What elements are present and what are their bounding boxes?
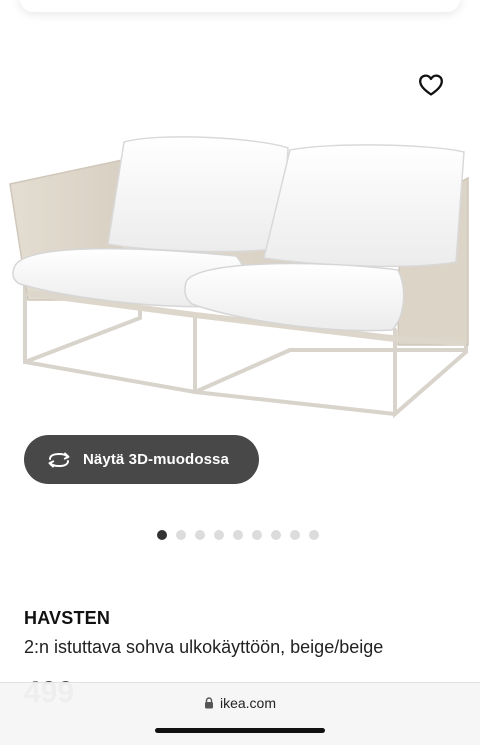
favorite-button[interactable] bbox=[414, 68, 448, 102]
gallery-dot-3[interactable] bbox=[195, 530, 205, 540]
gallery-dot-9[interactable] bbox=[309, 530, 319, 540]
view-3d-label: Näytä 3D-muodossa bbox=[83, 451, 229, 468]
gallery-pagination bbox=[157, 530, 319, 540]
heart-outline-icon bbox=[419, 74, 443, 96]
product-description: 2:n istuttava sohva ulkokäyttöön, beige/… bbox=[24, 637, 384, 657]
gallery-dot-5[interactable] bbox=[233, 530, 243, 540]
url-text: ikea.com bbox=[219, 695, 277, 711]
home-indicator[interactable] bbox=[155, 728, 325, 733]
view-3d-button[interactable]: Näytä 3D-muodossa bbox=[24, 435, 259, 484]
gallery-dot-4[interactable] bbox=[214, 530, 224, 540]
gallery-dot-6[interactable] bbox=[252, 530, 262, 540]
url-field[interactable]: ikea.com bbox=[0, 695, 480, 711]
rotate-3d-icon bbox=[46, 450, 72, 470]
browser-address-bar: ikea.com bbox=[0, 682, 480, 745]
gallery-dot-1[interactable] bbox=[157, 530, 167, 540]
product-name: HAVSTEN bbox=[24, 608, 111, 628]
lock-icon bbox=[204, 697, 214, 709]
gallery-dot-8[interactable] bbox=[290, 530, 300, 540]
gallery-dot-7[interactable] bbox=[271, 530, 281, 540]
top-overlay-edge bbox=[20, 0, 460, 12]
gallery-dot-2[interactable] bbox=[176, 530, 186, 540]
sofa-product-image bbox=[9, 136, 469, 419]
